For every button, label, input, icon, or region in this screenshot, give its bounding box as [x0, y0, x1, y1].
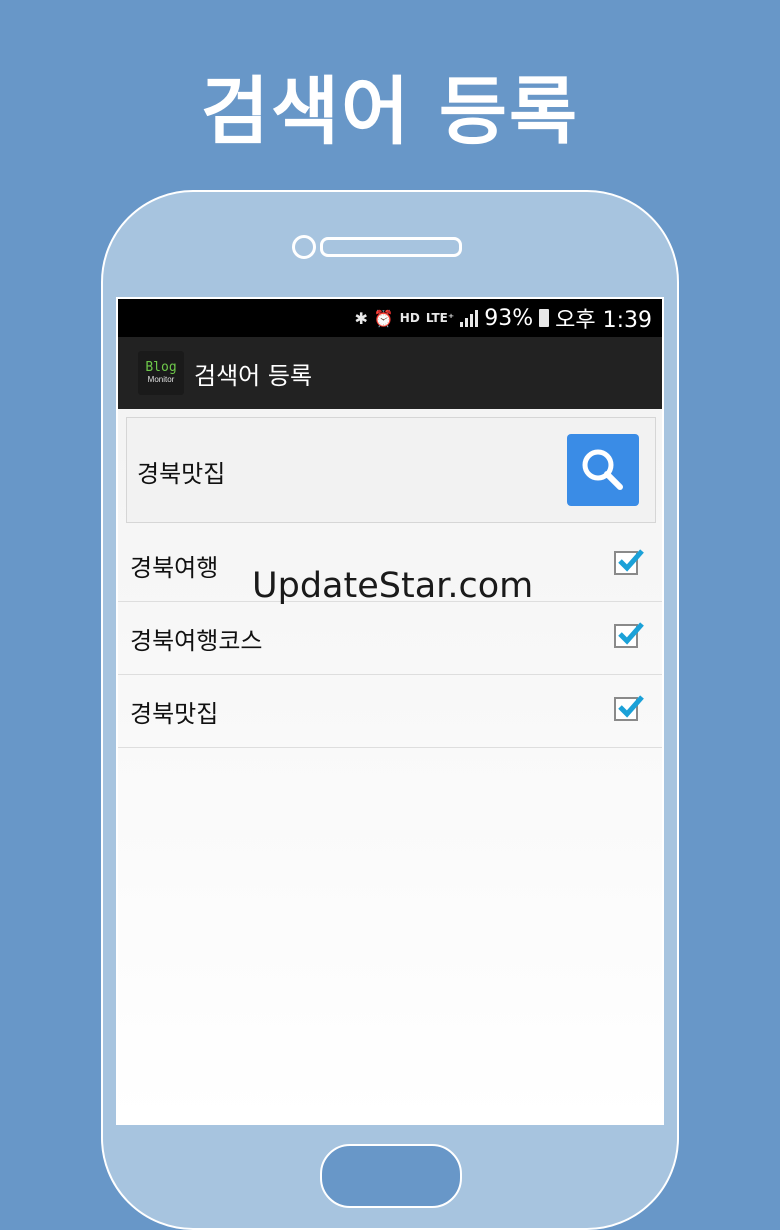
keyword-label: 경북맛집 — [130, 699, 219, 728]
keyword-row[interactable]: 경북여행코스 — [118, 602, 662, 675]
lte-icon: LTE⁺ — [425, 311, 455, 325]
promo-title: 검색어 등록 — [200, 69, 580, 155]
alarm-icon: ⏰ — [373, 308, 394, 328]
earpiece-speaker — [320, 237, 462, 257]
keyword-label: 경북여행 — [130, 553, 219, 582]
search-input[interactable]: 경북맛집 — [137, 454, 225, 489]
search-icon — [582, 449, 623, 490]
search-button[interactable] — [567, 434, 639, 506]
action-bar: Blog Monitor 검색어 등록 — [118, 337, 662, 409]
status-time: 오후 1:39 — [555, 308, 652, 333]
keyword-list: 경북여행 경북여행코스 경북맛집 — [118, 529, 662, 748]
status-bar: ✱ ⏰ HD LTE⁺ 93% 오후 1:39 — [118, 299, 662, 337]
checkmark-icon — [618, 549, 644, 572]
bluetooth-icon: ✱ — [354, 308, 368, 328]
battery-percent: 93% — [484, 305, 534, 331]
checkmark-icon — [618, 622, 644, 645]
phone-screen: ✱ ⏰ HD LTE⁺ 93% 오후 1:39 Blog Monitor 검색어… — [116, 297, 664, 1125]
app-logo-line2: Monitor — [147, 375, 175, 384]
checkmark-icon — [618, 695, 644, 718]
search-box: 경북맛집 — [126, 417, 656, 523]
keyword-row[interactable]: 경북맛집 — [118, 675, 662, 748]
app-logo[interactable]: Blog Monitor — [138, 351, 184, 395]
app-logo-line1: Blog — [145, 360, 177, 375]
screen-title: 검색어 등록 — [194, 361, 313, 390]
front-camera — [292, 235, 316, 259]
keyword-label: 경북여행코스 — [130, 626, 263, 655]
hd-icon: HD — [399, 311, 420, 325]
keyword-checkbox[interactable] — [614, 695, 644, 721]
keyword-checkbox[interactable] — [614, 549, 644, 575]
signal-icon — [460, 309, 479, 327]
battery-icon — [539, 309, 550, 327]
watermark: UpdateStar.com — [252, 566, 534, 606]
home-button[interactable] — [320, 1144, 462, 1208]
keyword-checkbox[interactable] — [614, 622, 644, 648]
